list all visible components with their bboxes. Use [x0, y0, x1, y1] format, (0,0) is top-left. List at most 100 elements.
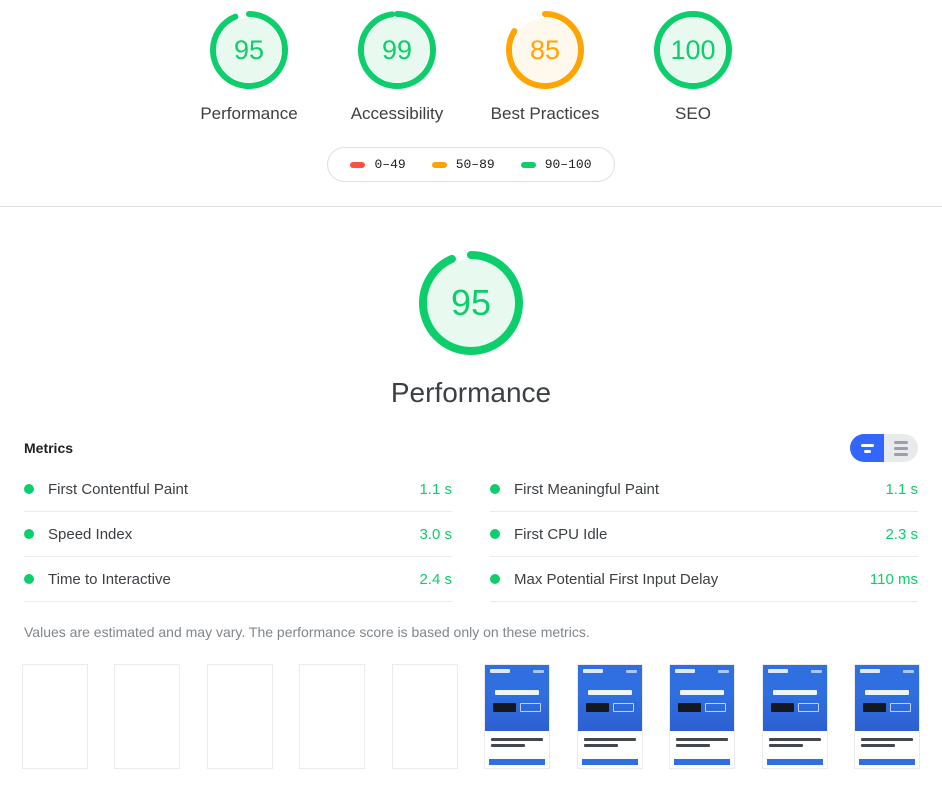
filmstrip-frame-blank: [114, 664, 181, 769]
mini-body: [577, 731, 642, 759]
mini-menu-icon: [625, 669, 637, 673]
legend-swatch-icon: [431, 161, 447, 168]
metric-row[interactable]: Speed Index 3.0 s: [24, 512, 452, 557]
score-gauge-ring: 85: [503, 8, 587, 92]
score-legend: 0–49 50–89 90–100: [0, 147, 942, 182]
metric-name: First Meaningful Paint: [514, 480, 660, 498]
mini-text-line: [676, 744, 711, 747]
toggle-bar-icon: [860, 443, 874, 447]
mini-hero: [577, 665, 642, 731]
metrics-header: Metrics: [24, 433, 918, 463]
mini-buttons: [763, 703, 827, 712]
filmstrip-frame-loaded: [484, 664, 551, 769]
filmstrip-frame-loaded: [853, 664, 920, 769]
score-gauge-performance[interactable]: 95 Performance: [175, 8, 323, 124]
metrics-title: Metrics: [24, 440, 74, 456]
mini-logo-icon: [767, 669, 788, 673]
mini-text-line: [583, 744, 618, 747]
toggle-bar-icon: [863, 449, 871, 453]
metrics-disclaimer-text: Values are estimated and may vary. The p…: [24, 624, 412, 640]
mini-secondary-button: [520, 703, 542, 712]
mini-footer-bar: [858, 759, 915, 765]
score-gauge-best-practices[interactable]: 85 Best Practices: [471, 8, 619, 124]
mini-body: [485, 731, 550, 759]
legend-swatch-icon: [520, 161, 536, 168]
simple-view-toggle-button[interactable]: [850, 434, 884, 462]
mini-text-line: [491, 744, 526, 747]
mini-hero: [762, 665, 827, 731]
metric-row[interactable]: Time to Interactive 2.4 s: [24, 557, 452, 602]
mini-nav: [485, 665, 549, 673]
mini-hero: [854, 665, 919, 731]
expanded-view-toggle-button[interactable]: [884, 434, 918, 462]
filmstrip-frame-loaded: [669, 664, 736, 769]
metric-status-dot-icon: [24, 484, 34, 494]
legend-swatch-icon: [350, 161, 366, 168]
metric-label-group: Max Potential First Input Delay: [490, 571, 718, 588]
score-gauges-row: 95 Performance 99 Accessibility 85 Best Pract…: [0, 8, 942, 124]
metric-value: 2.3 s: [885, 525, 918, 543]
metrics-disclaimer: Values are estimated and may vary. The p…: [24, 624, 918, 640]
mini-logo-icon: [490, 669, 511, 673]
score-gauge-seo[interactable]: 100 SEO: [619, 8, 767, 124]
metric-value: 3.0 s: [419, 525, 452, 543]
score-gauge-ring: 95: [207, 8, 291, 92]
metrics-disclaimer-link[interactable]: based only on these metrics.: [412, 624, 590, 640]
mini-nav: [855, 665, 919, 673]
legend-range-label: 90–100: [544, 157, 592, 172]
metric-row[interactable]: First Contentful Paint 1.1 s: [24, 467, 452, 512]
performance-gauge: 95: [415, 247, 527, 359]
score-gauge-label: Accessibility: [350, 104, 444, 123]
metric-status-dot-icon: [490, 529, 500, 539]
mini-heading: [587, 690, 632, 695]
mini-primary-button: [862, 703, 886, 712]
mini-body: [670, 731, 735, 759]
mini-primary-button: [493, 703, 517, 712]
score-gauge-accessibility[interactable]: 99 Accessibility: [323, 8, 471, 124]
mini-nav: [763, 665, 827, 673]
legend-item-pass: 90–100: [520, 157, 592, 172]
mini-menu-icon: [810, 669, 822, 673]
mini-heading: [772, 690, 817, 695]
legend-range-label: 50–89: [455, 157, 495, 172]
legend-item-average: 50–89: [431, 157, 495, 172]
performance-gauge-title: Performance: [390, 377, 552, 408]
screenshot-filmstrip: [0, 664, 942, 769]
mini-text-line: [860, 738, 913, 741]
mini-primary-button: [585, 703, 609, 712]
metric-name: First CPU Idle: [514, 525, 608, 543]
metric-row[interactable]: First Meaningful Paint 1.1 s: [490, 467, 918, 512]
mini-heading: [495, 690, 540, 695]
performance-gauge-score: 95: [450, 282, 492, 323]
metric-label-group: Time to Interactive: [24, 571, 171, 588]
metrics-view-toggle[interactable]: [850, 434, 918, 462]
metric-name: Max Potential First Input Delay: [514, 570, 719, 588]
score-gauge-ring: 100: [651, 8, 735, 92]
metric-row[interactable]: First CPU Idle 2.3 s: [490, 512, 918, 557]
mini-footer-bar: [674, 759, 731, 765]
metric-status-dot-icon: [24, 574, 34, 584]
filmstrip-frame-blank: [391, 664, 458, 769]
metric-name: Time to Interactive: [48, 570, 171, 588]
metrics-grid: First Contentful Paint 1.1 s Speed Index 3.…: [24, 467, 918, 602]
mini-body: [854, 731, 919, 759]
mini-buttons: [855, 703, 919, 712]
metric-status-dot-icon: [490, 574, 500, 584]
filmstrip-frame-blank: [22, 664, 88, 769]
mini-text-line: [768, 744, 803, 747]
filmstrip-frame-blank: [299, 664, 366, 769]
mini-footer-bar: [766, 759, 823, 765]
filmstrip-screenshot: [485, 665, 550, 768]
toggle-bar-icon: [894, 440, 908, 444]
filmstrip-screenshot: [762, 665, 827, 768]
filmstrip-screenshot: [854, 665, 919, 768]
score-gauge-value: 95: [233, 34, 265, 65]
metric-value: 1.1 s: [885, 480, 918, 498]
score-gauge-label: SEO: [675, 104, 711, 123]
score-gauge-value: 99: [381, 34, 413, 65]
mini-buttons: [485, 703, 549, 712]
filmstrip-frame-loaded: [761, 664, 828, 769]
toggle-bar-icon: [894, 446, 908, 450]
metric-row[interactable]: Max Potential First Input Delay 110 ms: [490, 557, 918, 602]
mini-text-line: [860, 744, 895, 747]
